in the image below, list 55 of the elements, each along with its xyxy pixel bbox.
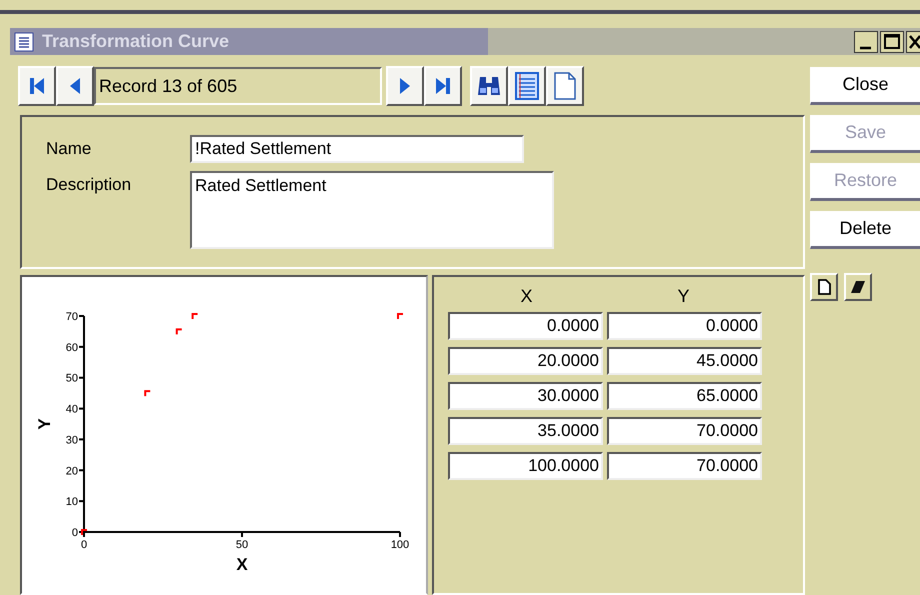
find-button[interactable] (470, 66, 508, 106)
value-field[interactable]: 70.0000 (607, 417, 762, 445)
name-field[interactable]: !Rated Settlement (190, 135, 524, 163)
value-field[interactable]: 0.0000 (607, 312, 762, 340)
window-menu-icon[interactable] (14, 32, 34, 52)
binoculars-icon (477, 75, 501, 97)
previous-record-icon (69, 76, 81, 96)
axis-title: Y (35, 418, 54, 430)
tick-label: 40 (66, 404, 78, 416)
value-field[interactable]: 35.0000 (448, 417, 603, 445)
name-label: Name (46, 138, 92, 160)
first-record-icon (29, 76, 45, 96)
action-button[interactable]: Delete (810, 211, 920, 249)
value-field[interactable]: 65.0000 (607, 382, 762, 410)
tick-label: 30 (66, 434, 78, 446)
page-icon (554, 72, 576, 100)
value-field[interactable]: 20.0000 (448, 347, 603, 375)
tick-label: 50 (66, 372, 78, 385)
erase-button[interactable] (844, 273, 872, 301)
close-icon[interactable] (906, 30, 920, 52)
tick-label: 20 (66, 465, 78, 478)
last-record-icon (435, 76, 451, 96)
tick-label: 100 (390, 539, 410, 551)
window-title: Transformation Curve (42, 30, 230, 53)
axis-title: X (236, 555, 248, 574)
column-header: Y (676, 285, 690, 308)
first-record-button[interactable] (18, 66, 56, 106)
action-button[interactable]: Close (810, 67, 920, 105)
value-field[interactable]: 45.0000 (607, 347, 762, 375)
tick-label: 70 (66, 311, 78, 323)
next-record-icon (399, 76, 411, 96)
tick-label: 60 (66, 342, 78, 354)
record-counter: Record 13 of 605 (94, 67, 382, 105)
tick-label: 0 (72, 527, 78, 539)
previous-record-button[interactable] (56, 66, 94, 106)
page-icon (817, 279, 831, 295)
tick-label: 0 (80, 539, 88, 551)
form-view-button[interactable] (546, 66, 584, 106)
description-label: Description (46, 174, 132, 196)
value-field[interactable]: 30.0000 (448, 382, 603, 410)
eraser-icon (850, 280, 866, 294)
tick-label: 10 (66, 496, 78, 508)
new-point-button[interactable] (810, 273, 838, 301)
next-record-button[interactable] (386, 66, 424, 106)
description-field[interactable]: Rated Settlement (190, 171, 554, 249)
minimize-icon[interactable] (854, 30, 878, 52)
maximize-icon[interactable] (880, 30, 904, 52)
value-field[interactable]: 70.0000 (607, 452, 762, 480)
tick-label: 50 (236, 539, 248, 551)
list-icon (515, 72, 539, 100)
last-record-button[interactable] (424, 66, 462, 106)
value-field[interactable]: 0.0000 (448, 312, 603, 340)
column-header: X (519, 285, 534, 308)
list-view-button[interactable] (508, 66, 546, 106)
value-field[interactable]: 100.0000 (448, 452, 603, 480)
